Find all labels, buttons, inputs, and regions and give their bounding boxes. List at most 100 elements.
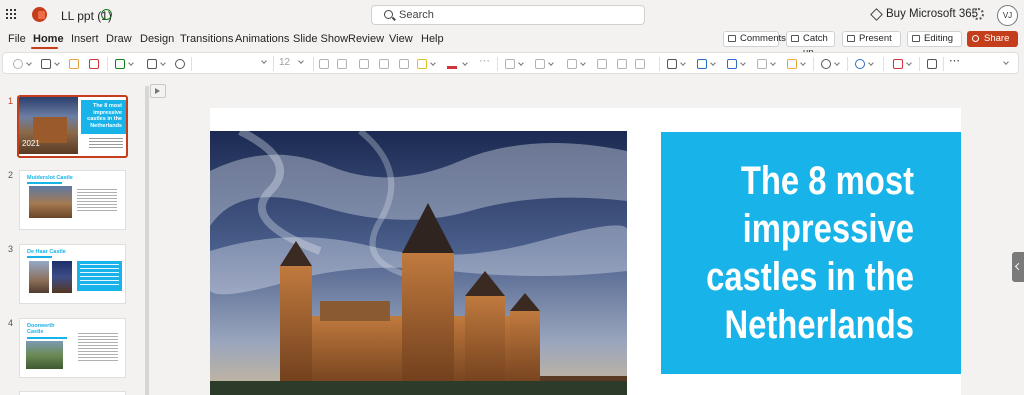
tab-insert[interactable]: Insert <box>71 33 99 45</box>
shape-fill-chevron-icon[interactable] <box>800 60 806 66</box>
copilot-icon[interactable] <box>927 59 937 69</box>
layout-chevron-icon[interactable] <box>160 60 166 66</box>
more-options-icon[interactable]: ⋯ <box>949 54 960 67</box>
shapes-chevron-icon[interactable] <box>680 60 686 66</box>
bullets-chevron-icon[interactable] <box>518 60 524 66</box>
ribbon-separator <box>883 57 884 71</box>
undo-icon[interactable] <box>13 59 23 69</box>
show-notes-icon[interactable] <box>150 84 166 98</box>
designer-icon[interactable] <box>893 59 903 69</box>
align-icon[interactable] <box>567 59 577 69</box>
delete-icon[interactable] <box>89 59 99 69</box>
tab-view[interactable]: View <box>389 33 413 45</box>
catch-up-button[interactable]: Catch up <box>786 31 835 58</box>
tab-review[interactable]: Review <box>348 33 384 45</box>
ribbon-separator <box>659 57 660 71</box>
picture-chevron-icon[interactable] <box>740 60 746 66</box>
comments-label: Comments <box>740 33 786 44</box>
expand-ribbon-chevron-icon[interactable] <box>1003 59 1009 65</box>
slide-number: 4 <box>8 318 14 328</box>
paste-icon[interactable] <box>41 59 51 69</box>
line-spacing-icon[interactable] <box>635 59 645 69</box>
undo-dropdown-chevron-icon[interactable] <box>26 60 32 66</box>
gear-icon[interactable] <box>972 8 984 20</box>
title-placeholder[interactable]: The 8 most impressive castles in the Net… <box>661 132 961 374</box>
slide-thumbnail-4[interactable]: Doorwerth Castle <box>19 318 126 378</box>
buy-microsoft-365-link[interactable]: Buy Microsoft 365 <box>886 8 978 20</box>
quick-styles-icon[interactable] <box>757 59 767 69</box>
font-size-chevron-icon <box>298 58 304 64</box>
font-name-select[interactable] <box>196 56 274 71</box>
find-icon[interactable] <box>821 59 831 69</box>
avatar[interactable]: VJ <box>997 5 1018 26</box>
share-button[interactable]: Share <box>967 31 1018 47</box>
tab-help[interactable]: Help <box>421 33 444 45</box>
tab-draw[interactable]: Draw <box>106 33 132 45</box>
numbering-chevron-icon[interactable] <box>548 60 554 66</box>
more-font-options-icon[interactable]: ⋯ <box>479 54 490 67</box>
bullets-icon[interactable] <box>505 59 515 69</box>
slide-title[interactable]: The 8 most impressive castles in the Net… <box>701 157 914 349</box>
picture-icon[interactable] <box>727 59 737 69</box>
shapes-icon[interactable] <box>667 59 677 69</box>
layout-icon[interactable] <box>147 59 157 69</box>
highlight-icon[interactable] <box>417 59 427 69</box>
search-input[interactable]: Search <box>371 5 645 25</box>
dictate-chevron-icon[interactable] <box>868 60 874 66</box>
dictate-icon[interactable] <box>855 59 865 69</box>
quick-styles-chevron-icon[interactable] <box>770 60 776 66</box>
tab-file[interactable]: File <box>8 33 26 45</box>
castle-photo[interactable] <box>210 131 627 395</box>
comments-button[interactable]: Comments <box>723 31 786 47</box>
align-chevron-icon[interactable] <box>580 60 586 66</box>
tab-slide-show[interactable]: Slide Show <box>293 33 348 45</box>
thumbnail-title: De Haar Castle <box>27 249 66 255</box>
underline-icon[interactable] <box>399 59 409 69</box>
paste-dropdown-chevron-icon[interactable] <box>54 60 60 66</box>
italic-icon[interactable] <box>379 59 389 69</box>
ribbon-separator <box>313 57 314 71</box>
font-size-select[interactable]: 12 <box>277 56 311 71</box>
powerpoint-logo-icon <box>32 7 47 22</box>
thumbnail-body-text <box>89 138 123 150</box>
bold-icon[interactable] <box>359 59 369 69</box>
arrange-icon[interactable] <box>697 59 707 69</box>
editing-label: Editing <box>924 33 954 44</box>
current-slide[interactable]: The 8 most impressive castles in the Net… <box>210 108 961 395</box>
editing-mode-button[interactable]: Editing <box>907 31 962 47</box>
slide-thumbnail-2[interactable]: Muiderslot Castle <box>19 170 126 230</box>
font-color-chevron-icon[interactable] <box>462 60 468 66</box>
ribbon-separator <box>919 57 920 71</box>
find-chevron-icon[interactable] <box>834 60 840 66</box>
increase-indent-icon[interactable] <box>617 59 627 69</box>
designer-chevron-icon[interactable] <box>906 60 912 66</box>
font-name-chevron-icon <box>261 58 267 64</box>
tab-design[interactable]: Design <box>140 33 174 45</box>
thumbnail-body-text <box>77 189 117 213</box>
font-color-icon[interactable] <box>447 59 457 69</box>
decrease-font-size-icon[interactable] <box>337 59 347 69</box>
present-button[interactable]: Present <box>842 31 901 47</box>
collapse-pane-icon[interactable] <box>1012 252 1024 282</box>
thumbnail-photo <box>29 261 49 293</box>
hide-slide-icon[interactable] <box>175 59 185 69</box>
format-painter-icon[interactable] <box>69 59 79 69</box>
pencil-icon <box>912 35 920 42</box>
app-launcher-icon[interactable] <box>6 9 16 19</box>
slide-thumbnail-5[interactable] <box>19 391 126 395</box>
tab-transitions[interactable]: Transitions <box>180 33 233 45</box>
numbering-icon[interactable] <box>535 59 545 69</box>
decrease-indent-icon[interactable] <box>597 59 607 69</box>
slide-thumbnail-3[interactable]: De Haar Castle <box>19 244 126 304</box>
search-placeholder: Search <box>399 9 434 21</box>
new-slide-icon[interactable] <box>115 59 125 69</box>
new-slide-chevron-icon[interactable] <box>128 60 134 66</box>
increase-font-size-icon[interactable] <box>319 59 329 69</box>
tab-animations[interactable]: Animations <box>235 33 289 45</box>
thumbnail-title: Doorwerth Castle <box>27 323 55 335</box>
arrange-chevron-icon[interactable] <box>710 60 716 66</box>
shape-fill-icon[interactable] <box>787 59 797 69</box>
tab-home[interactable]: Home <box>33 33 64 45</box>
slide-thumbnail-1[interactable]: 2021 The 8 most impressive castles in th… <box>17 95 128 158</box>
highlight-chevron-icon[interactable] <box>430 60 436 66</box>
